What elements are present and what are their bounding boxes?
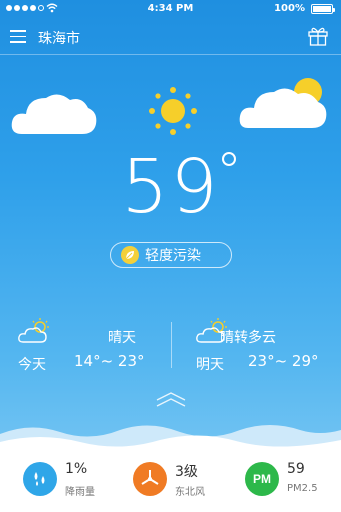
forecast-range: 23°~ 29° bbox=[248, 352, 319, 370]
raindrops-icon bbox=[23, 462, 57, 496]
wind-stat[interactable]: 3级 东北风 bbox=[133, 458, 223, 502]
city-name[interactable]: 珠海市 bbox=[38, 28, 80, 48]
weather-screen: 4:34 PM 100% 珠海市 59 轻度污染 晴天 今天 14°~ 23° … bbox=[0, 0, 341, 512]
forecast-day: 明天 bbox=[196, 357, 224, 373]
gift-icon[interactable] bbox=[307, 26, 329, 46]
sun-icon bbox=[149, 87, 197, 135]
pm-value: 59 bbox=[287, 461, 305, 477]
forecast-range: 14°~ 23° bbox=[74, 352, 145, 370]
pm25-stat[interactable]: PM 59 PM2.5 bbox=[245, 458, 335, 502]
air-quality-label: 轻度污染 bbox=[145, 248, 201, 264]
leaf-icon bbox=[121, 246, 139, 264]
rain-value: 1% bbox=[65, 461, 88, 477]
hamburger-menu-icon[interactable] bbox=[10, 30, 26, 43]
sun-cloud-icon bbox=[239, 78, 327, 128]
forecast-tomorrow[interactable]: 晴转多云 明天 23°~ 29° bbox=[190, 318, 336, 374]
forecast-divider bbox=[171, 322, 172, 368]
forecast-condition: 晴转多云 bbox=[220, 330, 276, 346]
air-quality-badge[interactable]: 轻度污染 bbox=[110, 242, 232, 268]
degree-symbol bbox=[222, 152, 236, 166]
forecast-today[interactable]: 晴天 今天 14°~ 23° bbox=[12, 318, 170, 374]
battery-icon bbox=[311, 4, 335, 14]
chevron-up-icon[interactable] bbox=[155, 392, 187, 408]
cloud-icon bbox=[11, 94, 97, 134]
current-temperature: 59 bbox=[121, 144, 220, 230]
battery-percent: 100% bbox=[274, 3, 305, 14]
header-divider bbox=[0, 54, 341, 55]
pm-label: PM2.5 bbox=[287, 483, 318, 494]
forecast-day: 今天 bbox=[18, 357, 46, 373]
wind-label: 东北风 bbox=[175, 487, 205, 498]
partly-cloudy-icon bbox=[18, 318, 49, 343]
rain-label: 降雨量 bbox=[65, 487, 95, 498]
rain-stat[interactable]: 1% 降雨量 bbox=[23, 458, 113, 502]
forecast-condition: 晴天 bbox=[108, 330, 136, 346]
fan-icon bbox=[133, 462, 167, 496]
app-header: 珠海市 bbox=[0, 22, 341, 52]
status-bar: 4:34 PM 100% bbox=[0, 0, 341, 18]
stats-bar: 1% 降雨量 3级 东北风 PM 59 PM2.5 bbox=[0, 452, 341, 512]
wind-value: 3级 bbox=[175, 464, 198, 480]
pm-badge: PM bbox=[245, 462, 279, 496]
